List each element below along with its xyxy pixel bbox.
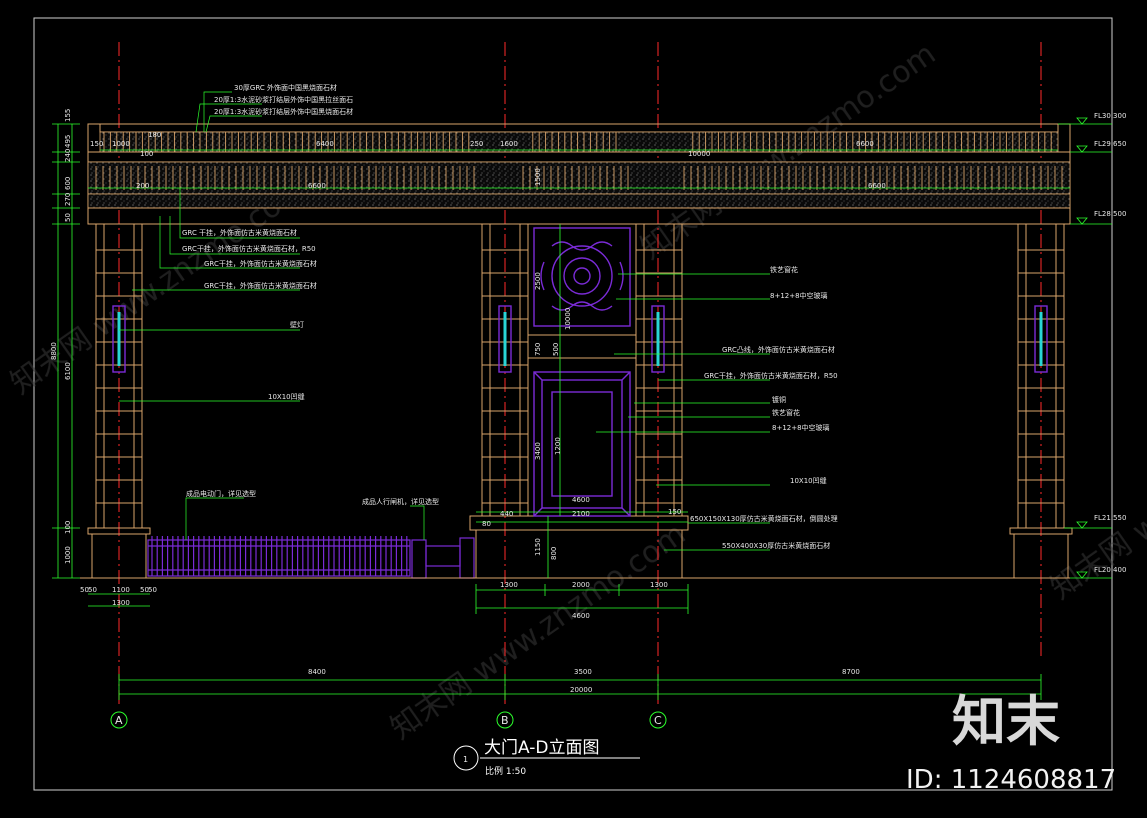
svg-text:1000: 1000 <box>112 140 130 148</box>
svg-text:30厚GRC 外饰面中国黑烧面石材: 30厚GRC 外饰面中国黑烧面石材 <box>234 83 337 92</box>
level-labels: FL30.300 FL29.650 FL28.500 FL21.550 FL20… <box>1094 112 1126 574</box>
svg-text:6600: 6600 <box>868 182 886 190</box>
brand-logo: 知末 <box>952 690 1060 753</box>
svg-text:1300: 1300 <box>112 599 130 607</box>
svg-text:FL30.300: FL30.300 <box>1094 112 1126 120</box>
svg-text:1500: 1500 <box>534 168 542 186</box>
svg-text:800: 800 <box>550 547 558 560</box>
elevation-drawing: 知末网 www.znzmo.com 知末网 www.znzmo.com 知末网 … <box>5 17 1147 795</box>
svg-text:B: B <box>501 714 509 727</box>
svg-text:GRC凸线，外饰面仿古米黄烧面石材: GRC凸线，外饰面仿古米黄烧面石材 <box>722 345 835 354</box>
svg-text:1300: 1300 <box>500 581 518 589</box>
svg-text:FL21.550: FL21.550 <box>1094 514 1126 522</box>
svg-text:80: 80 <box>482 520 491 528</box>
svg-text:20厚1:3水泥砂浆打结层外饰中国黑烧面石材: 20厚1:3水泥砂浆打结层外饰中国黑烧面石材 <box>214 107 353 116</box>
drawing-title: 大门A-D立面图 <box>484 738 599 758</box>
svg-text:10X10凹缝: 10X10凹缝 <box>790 476 827 485</box>
svg-text:50: 50 <box>88 586 97 594</box>
svg-text:8700: 8700 <box>842 668 860 676</box>
svg-text:100: 100 <box>64 521 72 534</box>
svg-text:10X10凹缝: 10X10凹缝 <box>268 392 305 401</box>
svg-text:6400: 6400 <box>316 140 334 148</box>
electric-gate <box>147 536 475 579</box>
svg-text:20000: 20000 <box>570 686 592 694</box>
svg-text:440: 440 <box>500 510 513 518</box>
svg-text:500: 500 <box>552 343 560 356</box>
svg-text:8+12+8中空玻璃: 8+12+8中空玻璃 <box>772 423 830 432</box>
svg-text:750: 750 <box>534 343 542 356</box>
svg-text:成品电动门，详见选型: 成品电动门，详见选型 <box>186 489 256 498</box>
svg-text:8+12+8中空玻璃: 8+12+8中空玻璃 <box>770 291 828 300</box>
title-index: 1 <box>463 755 468 764</box>
svg-text:3400: 3400 <box>534 442 542 460</box>
svg-text:1150: 1150 <box>534 538 542 556</box>
svg-text:50: 50 <box>64 213 72 222</box>
svg-text:6100: 6100 <box>64 362 72 380</box>
svg-text:成品人行闸机，详见选型: 成品人行闸机，详见选型 <box>362 497 439 506</box>
svg-text:240: 240 <box>64 149 72 162</box>
svg-text:GRC干挂，外饰面仿古米黄烧面石材，R50: GRC干挂，外饰面仿古米黄烧面石材，R50 <box>182 244 316 253</box>
svg-text:150: 150 <box>668 508 681 516</box>
drawing-scale: 比例 1:50 <box>485 765 526 777</box>
svg-text:495: 495 <box>64 135 72 148</box>
svg-text:8400: 8400 <box>308 668 326 676</box>
cornice <box>87 123 1071 225</box>
central-portal <box>469 223 689 579</box>
svg-text:100: 100 <box>140 150 153 158</box>
brand: 知末 ID: 1124608817 <box>906 690 1116 795</box>
wall-lamp-icon <box>112 305 1048 373</box>
svg-text:550X400X30厚仿古米黄烧面石材: 550X400X30厚仿古米黄烧面石材 <box>722 541 830 550</box>
svg-text:1200: 1200 <box>554 437 562 455</box>
svg-text:GRC 干挂，外饰面仿古米黄烧面石材: GRC 干挂，外饰面仿古米黄烧面石材 <box>182 228 297 237</box>
svg-text:180: 180 <box>148 131 161 139</box>
svg-text:GRC干挂，外饰面仿古米黄烧面石材，R50: GRC干挂，外饰面仿古米黄烧面石材，R50 <box>704 371 838 380</box>
svg-text:1600: 1600 <box>500 140 518 148</box>
svg-text:铁艺窗花: 铁艺窗花 <box>772 408 800 417</box>
svg-text:4600: 4600 <box>572 612 590 620</box>
svg-text:150: 150 <box>90 140 103 148</box>
top-notes: 30厚GRC 外饰面中国黑烧面石材 20厚1:3水泥砂浆打结层外饰中国黑拉丝面石… <box>214 83 353 116</box>
svg-text:壁灯: 壁灯 <box>290 320 304 329</box>
svg-text:6600: 6600 <box>856 140 874 148</box>
gate-notes: 成品电动门，详见选型 成品人行闸机，详见选型 <box>186 489 439 506</box>
drawing-title-block: 1 大门A-D立面图 比例 1:50 <box>453 738 640 777</box>
leader-lines <box>119 91 770 551</box>
svg-text:铁艺窗花: 铁艺窗花 <box>770 265 798 274</box>
svg-text:GRC干挂，外饰面仿古米黄烧面石材: GRC干挂，外饰面仿古米黄烧面石材 <box>204 259 317 268</box>
svg-text:650X150X130厚仿古米黄烧面石材，倒圆处理: 650X150X130厚仿古米黄烧面石材，倒圆处理 <box>690 514 838 523</box>
svg-text:FL20.400: FL20.400 <box>1094 566 1126 574</box>
pillar-c <box>635 223 683 517</box>
svg-text:A: A <box>115 714 123 727</box>
svg-text:3500: 3500 <box>574 668 592 676</box>
svg-text:FL29.650: FL29.650 <box>1094 140 1126 148</box>
svg-text:10000: 10000 <box>688 150 710 158</box>
svg-text:200: 200 <box>136 182 149 190</box>
glass-door <box>533 371 631 517</box>
svg-text:10000: 10000 <box>564 308 572 330</box>
svg-text:600: 600 <box>64 177 72 190</box>
svg-text:2500: 2500 <box>534 272 542 290</box>
svg-text:20厚1:3水泥砂浆打结层外饰中国黑拉丝面石: 20厚1:3水泥砂浆打结层外饰中国黑拉丝面石 <box>214 95 353 104</box>
svg-text:50: 50 <box>148 586 157 594</box>
svg-text:250: 250 <box>470 140 483 148</box>
svg-text:1100: 1100 <box>112 586 130 594</box>
svg-text:6600: 6600 <box>308 182 326 190</box>
svg-text:FL28.500: FL28.500 <box>1094 210 1126 218</box>
svg-text:2000: 2000 <box>572 581 590 589</box>
svg-text:4600: 4600 <box>572 496 590 504</box>
svg-text:C: C <box>654 714 662 727</box>
svg-text:1000: 1000 <box>64 546 72 564</box>
svg-text:1300: 1300 <box>650 581 668 589</box>
right-notes: 铁艺窗花 8+12+8中空玻璃 GRC凸线，外饰面仿古米黄烧面石材 GRC干挂，… <box>690 265 838 550</box>
svg-text:155: 155 <box>64 109 72 122</box>
svg-text:270: 270 <box>64 193 72 206</box>
svg-text:2100: 2100 <box>572 510 590 518</box>
svg-text:8800: 8800 <box>50 342 58 360</box>
svg-text:GRC干挂，外饰面仿古米黄烧面石材: GRC干挂，外饰面仿古米黄烧面石材 <box>204 281 317 290</box>
svg-text:镀铜: 镀铜 <box>772 395 786 404</box>
brand-id: ID: 1124608817 <box>906 765 1116 795</box>
ironwork-window <box>533 227 631 327</box>
